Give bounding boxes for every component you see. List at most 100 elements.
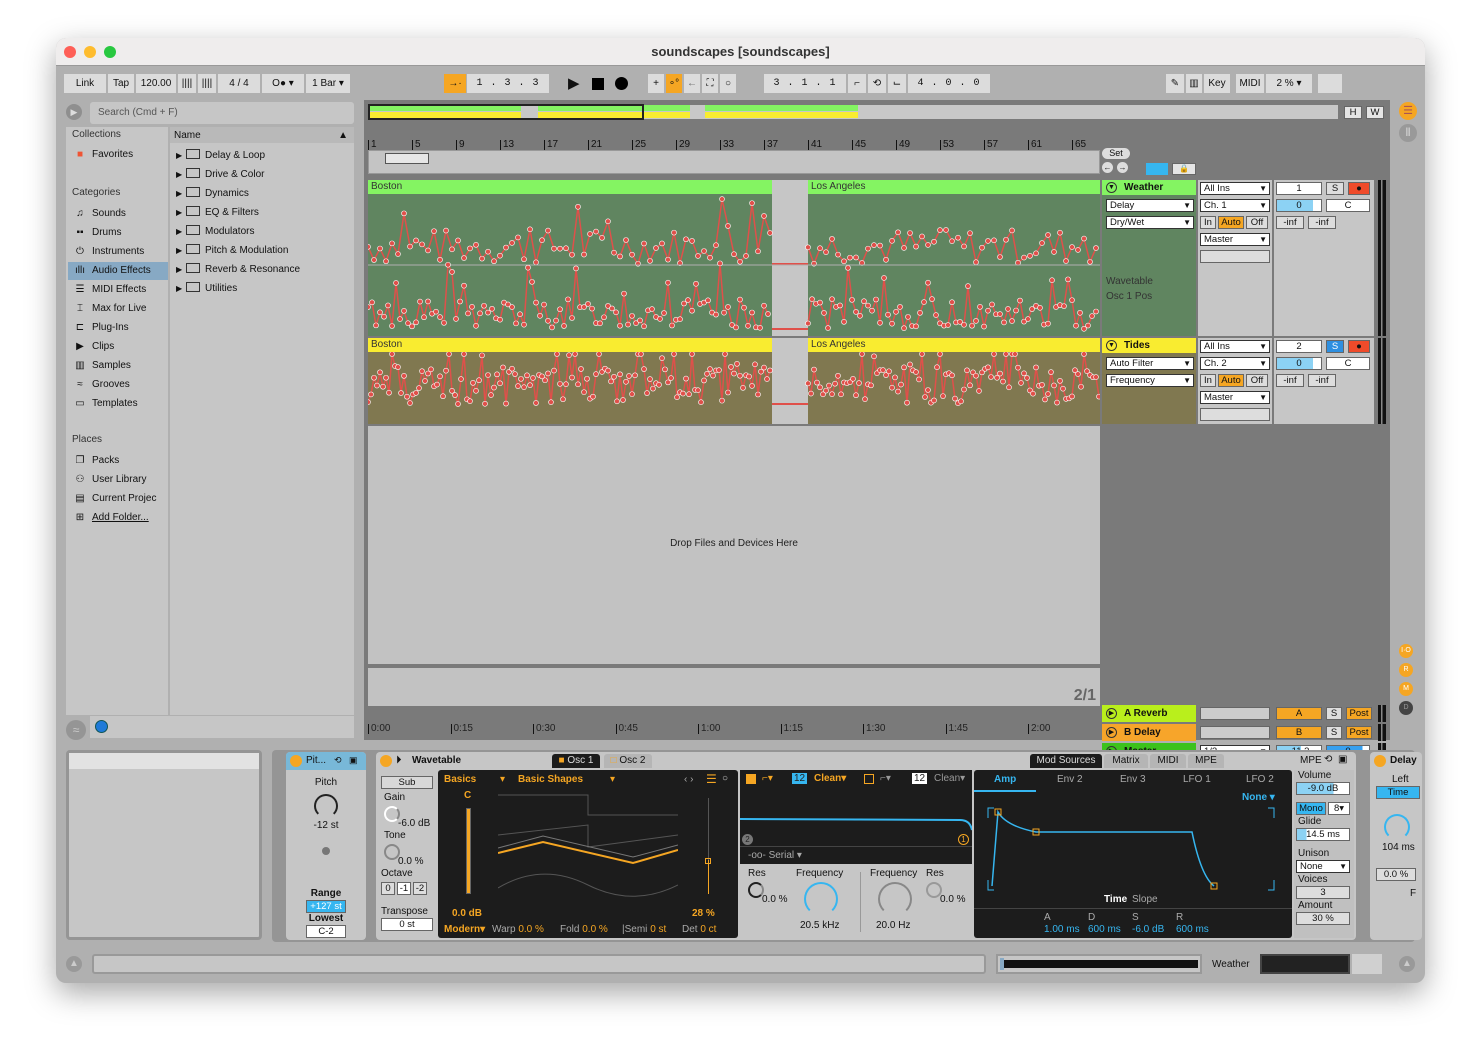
automation-point[interactable] — [981, 323, 987, 330]
automation-point[interactable] — [368, 399, 371, 405]
automation-envelope[interactable] — [368, 352, 1100, 424]
expand-triangle-icon[interactable]: ▶ — [176, 223, 186, 241]
automation-point[interactable] — [575, 381, 581, 388]
sub-button[interactable]: Sub — [381, 776, 433, 789]
automation-point[interactable] — [575, 203, 581, 210]
automation-point[interactable] — [1033, 364, 1039, 371]
automation-point[interactable] — [1027, 253, 1033, 259]
hot-swap-icon[interactable]: ⟲ — [1324, 754, 1332, 765]
automation-point[interactable] — [374, 382, 380, 389]
tab-midi[interactable]: MIDI — [1150, 754, 1186, 768]
automation-point[interactable] — [1003, 352, 1009, 357]
automation-point[interactable] — [865, 245, 871, 252]
automation-point[interactable] — [609, 305, 615, 312]
automation-point[interactable] — [895, 229, 901, 236]
clip-header[interactable]: Boston — [368, 180, 772, 194]
automation-point[interactable] — [988, 374, 994, 380]
automation-point[interactable] — [997, 311, 1003, 317]
automation-point[interactable] — [569, 251, 575, 258]
device-on-icon[interactable] — [380, 755, 392, 767]
automation-point[interactable] — [1012, 352, 1018, 357]
automation-point[interactable] — [841, 319, 847, 325]
automation-point[interactable] — [853, 309, 859, 315]
return-activator[interactable]: B — [1276, 726, 1322, 739]
automation-point[interactable] — [611, 373, 617, 380]
automation-point[interactable] — [767, 367, 773, 374]
automation-point[interactable] — [731, 370, 737, 377]
automation-point[interactable] — [585, 301, 591, 307]
wavetable-category-dropdown[interactable]: Basics — [444, 774, 476, 785]
automation-point[interactable] — [453, 316, 459, 322]
fold-track-icon[interactable]: ▼ — [1106, 182, 1117, 193]
automation-point[interactable] — [637, 317, 643, 324]
sidebar-item-plug-ins[interactable]: ⊏ Plug-Ins — [72, 319, 168, 337]
return-activator[interactable]: A — [1276, 707, 1322, 720]
computer-keyboard-icon[interactable]: ▥ — [1186, 74, 1202, 93]
automation-point[interactable] — [940, 393, 946, 399]
automation-point[interactable] — [428, 366, 434, 373]
automation-point[interactable] — [901, 245, 907, 251]
solo-button[interactable]: S — [1326, 340, 1344, 353]
automation-point[interactable] — [413, 390, 419, 396]
automation-point[interactable] — [657, 316, 663, 322]
automation-point[interactable] — [626, 373, 632, 379]
automation-point[interactable] — [377, 309, 383, 316]
adsr-value[interactable]: 600 ms — [1088, 924, 1121, 935]
tab-env-3[interactable]: Env 3 — [1120, 774, 1146, 785]
automation-point[interactable] — [629, 313, 635, 319]
automation-point[interactable] — [1093, 245, 1099, 251]
automation-point[interactable] — [1081, 235, 1087, 242]
automation-point[interactable] — [613, 309, 619, 316]
automation-point[interactable] — [893, 309, 899, 315]
automation-point[interactable] — [722, 352, 728, 357]
automation-point[interactable] — [1069, 244, 1075, 250]
automation-point[interactable] — [913, 369, 919, 375]
return-io-field[interactable] — [1200, 726, 1270, 739]
sidebar-item-add-folder-[interactable]: ⊞ Add Folder... — [72, 509, 168, 527]
automation-point[interactable] — [811, 366, 817, 373]
automation-point[interactable] — [849, 297, 855, 303]
send-a-field[interactable]: -inf — [1276, 374, 1304, 387]
show-io-button[interactable]: I·O — [1399, 644, 1413, 658]
tab-mpe[interactable]: MPE — [1188, 754, 1224, 768]
automation-point[interactable] — [404, 393, 410, 400]
automation-point[interactable] — [965, 283, 971, 289]
automation-point[interactable] — [593, 371, 599, 377]
automation-point[interactable] — [853, 392, 859, 399]
optimize-height-button[interactable]: H — [1344, 106, 1362, 119]
monitor-auto-button[interactable]: Auto — [1218, 216, 1244, 229]
automation-point[interactable] — [457, 298, 463, 305]
automation-point[interactable] — [1045, 391, 1051, 397]
groove-pool-icon[interactable]: ≈ — [66, 720, 86, 740]
automation-point[interactable] — [413, 237, 419, 244]
automation-point[interactable] — [533, 259, 539, 266]
tab-lfo-2[interactable]: LFO 2 — [1246, 774, 1274, 785]
sidebar-item-max-for-live[interactable]: ⌶ Max for Live — [72, 300, 168, 318]
wavetable-select-dropdown[interactable]: Basic Shapes — [518, 774, 583, 785]
automation-point[interactable] — [958, 398, 964, 405]
automation-point[interactable] — [907, 361, 913, 368]
automation-point[interactable] — [943, 227, 949, 233]
automation-point[interactable] — [745, 323, 751, 329]
automation-point[interactable] — [817, 299, 823, 306]
automation-point[interactable] — [964, 367, 970, 374]
automation-point[interactable] — [449, 246, 455, 253]
automation-point[interactable] — [529, 279, 535, 285]
metronome-button[interactable]: O● ▾ — [262, 74, 304, 93]
env-target-dropdown[interactable]: None ▾ — [1242, 792, 1275, 803]
folder-item[interactable]: ▶ Utilities — [176, 280, 237, 298]
loop-length-field[interactable]: 4 . 0 . 0 — [908, 74, 990, 93]
automation-point[interactable] — [885, 311, 891, 318]
automation-point[interactable] — [647, 376, 653, 382]
automation-point[interactable] — [1061, 303, 1067, 309]
automation-point[interactable] — [898, 381, 904, 388]
automation-point[interactable] — [862, 396, 868, 402]
automation-point[interactable] — [689, 307, 695, 314]
automation-point[interactable] — [837, 302, 843, 309]
automation-point[interactable] — [1005, 306, 1011, 312]
automation-point[interactable] — [455, 237, 461, 244]
list-icon[interactable]: ☰ — [706, 772, 717, 786]
automation-point[interactable] — [494, 371, 500, 378]
record-button[interactable] — [615, 77, 628, 90]
automation-point[interactable] — [1001, 319, 1007, 326]
